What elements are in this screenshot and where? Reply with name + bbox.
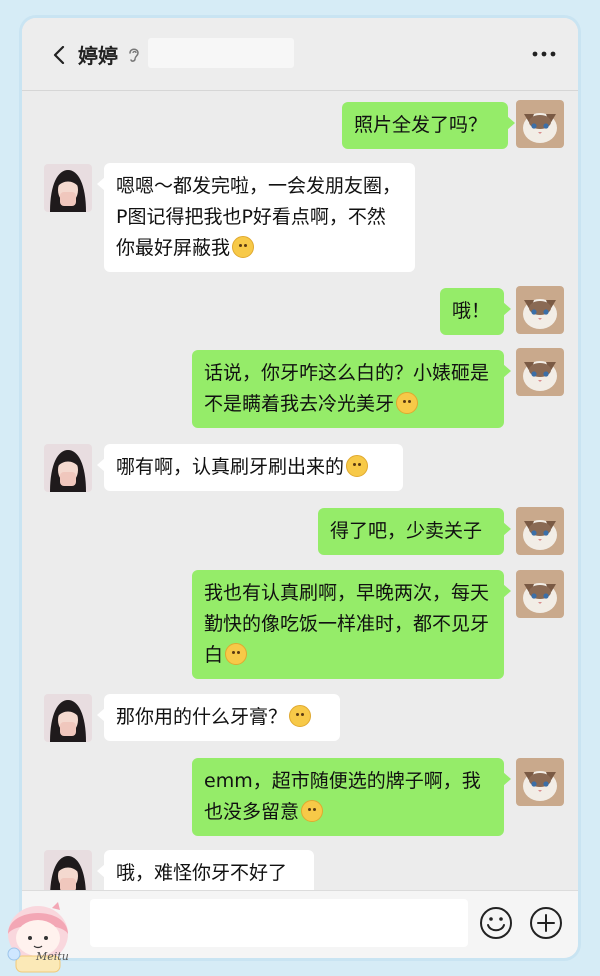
cat-avatar-icon [516,570,564,618]
chat-window: 婷婷 照片全发了吗？ 嗯嗯～都发完啦，一会发朋友圈，P图记得把我也P好看点啊，不… [22,18,578,958]
message-text: emm，超市随便选的牌子啊，我也没多留意 [204,770,481,823]
message-text: 照片全发了吗？ [354,114,488,136]
contact-avatar[interactable] [44,694,92,742]
my-avatar[interactable] [516,286,564,334]
ear-icon [129,48,139,62]
my-avatar[interactable] [516,758,564,806]
unamused-emoji-icon [289,705,312,727]
message-bubble-sent: 哦！ [440,288,511,335]
message-text: 哦！ [452,300,491,322]
message-text: 哦，难怪你牙不好了 [116,862,288,884]
meitu-watermark: Meitu [36,950,69,963]
contact-name: 婷婷 [78,44,118,68]
more-dots-icon[interactable] [530,44,558,64]
composer-bar [22,890,578,958]
heart-eyes-emoji-icon [346,455,369,477]
my-avatar[interactable] [516,100,564,148]
message-bubble-received: 那你用的什么牙膏？ [97,694,340,741]
cat-avatar-icon [516,507,564,555]
message-bubble-received: 嗯嗯～都发完啦，一会发朋友圈，P图记得把我也P好看点啊，不然你最好屏蔽我 [97,163,415,272]
emoji-icon[interactable] [478,905,514,941]
my-avatar[interactable] [516,348,564,396]
cat-avatar-icon [516,286,564,334]
message-bubble-received: 哪有啊，认真刷牙刷出来的 [97,444,403,491]
cat-avatar-icon [516,348,564,396]
cat-avatar-icon [516,100,564,148]
message-text: 嗯嗯～都发完啦，一会发朋友圈，P图记得把我也P好看点啊，不然你最好屏蔽我 [116,175,402,259]
chevron-left-icon[interactable] [52,46,66,64]
header-divider [22,90,578,91]
my-avatar[interactable] [516,507,564,555]
contact-avatar[interactable] [44,444,92,492]
girl-avatar-icon [44,164,92,212]
blurred-subtitle [148,38,294,68]
girl-avatar-icon [44,444,92,492]
persevering-emoji-icon [225,643,248,665]
message-bubble-sent: 我也有认真刷啊，早晚两次，每天勤快的像吃饭一样准时，都不见牙白 [192,570,511,679]
message-text: 话说，你牙咋这么白的？小婊砸是不是瞒着我去冷光美牙 [204,362,490,415]
contact-avatar[interactable] [44,164,92,212]
message-input[interactable] [90,899,468,947]
message-text: 那你用的什么牙膏？ [116,706,288,728]
message-bubble-sent: 照片全发了吗？ [342,102,515,149]
message-bubble-sent: 得了吧，少卖关子 [318,508,511,555]
plus-circle-icon[interactable] [528,905,564,941]
smile-emoji-icon [232,236,255,258]
my-avatar[interactable] [516,570,564,618]
angry-emoji-icon [301,800,324,822]
girl-avatar-icon [44,694,92,742]
message-bubble-sent: emm，超市随便选的牌子啊，我也没多留意 [192,758,511,836]
flushed-emoji-icon [396,392,419,414]
message-text: 哪有啊，认真刷牙刷出来的 [116,456,345,478]
chat-header: 婷婷 [22,18,578,90]
message-text: 得了吧，少卖关子 [330,520,483,542]
message-bubble-sent: 话说，你牙咋这么白的？小婊砸是不是瞒着我去冷光美牙 [192,350,511,428]
cat-avatar-icon [516,758,564,806]
